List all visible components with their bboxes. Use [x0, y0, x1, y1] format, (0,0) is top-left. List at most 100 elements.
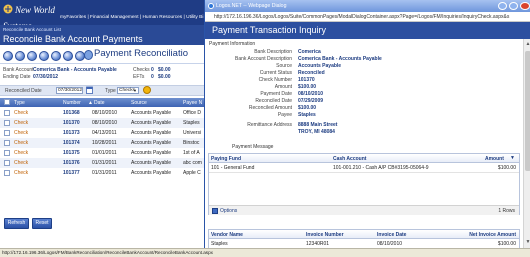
- field-value: 08/10/2010: [298, 91, 324, 97]
- scroll-thumb[interactable]: [525, 51, 530, 171]
- column-header-net-invoice-amount[interactable]: Net Invoice Amount: [469, 232, 516, 238]
- breadcrumb[interactable]: Reconcile Bank Account List: [3, 27, 61, 32]
- payee-cell: Binstoc: [183, 140, 200, 146]
- vendor-name-cell: Staples: [211, 241, 228, 247]
- date-cell: 08/10/2010: [92, 120, 118, 126]
- scroll-up-icon[interactable]: ▲: [525, 41, 530, 47]
- row-checkbox[interactable]: [4, 140, 10, 146]
- source-cell: Accounts Payable: [131, 110, 172, 116]
- table-row[interactable]: Check 101375 01/01/2011 Accounts Payable 1st…: [0, 148, 205, 158]
- toolbar-action-icon[interactable]: [15, 51, 25, 61]
- close-icon[interactable]: [520, 2, 530, 10]
- field-value: $100.00: [298, 105, 317, 111]
- row-checkbox[interactable]: [4, 170, 10, 176]
- type-cell: Check: [14, 150, 29, 156]
- column-header-cash-account[interactable]: Cash Account: [333, 156, 366, 162]
- column-header-paying-fund[interactable]: Paying Fund: [211, 156, 241, 162]
- checks-count: 0: [151, 67, 154, 73]
- field-label: Amount: [274, 84, 292, 90]
- amount-cell: $100.00: [497, 165, 516, 171]
- chevron-down-icon: ▼: [133, 88, 137, 93]
- table-row[interactable]: Check 101377 01/31/2011 Accounts Payable App…: [0, 168, 205, 178]
- dialog-scrollbar[interactable]: ▲ ▼: [523, 39, 530, 248]
- table-row[interactable]: Check 101376 01/31/2011 Accounts Payable abc…: [0, 158, 205, 168]
- column-header-invoice-date[interactable]: Invoice Date: [377, 232, 406, 238]
- toolbar-action-icon[interactable]: [39, 51, 49, 61]
- row-checkbox[interactable]: [4, 110, 10, 116]
- reconciled-date-label: Reconciled Date: [5, 88, 42, 94]
- table-row[interactable]: Check 101374 10/28/2011 Accounts Payable Bin…: [0, 138, 205, 148]
- top-nav-menu[interactable]: myFavorites | Financial Management | Hum…: [60, 15, 210, 20]
- section-title: Payment Reconciliatio: [94, 48, 188, 59]
- payee-cell: Universi: [183, 130, 202, 136]
- row-checkbox[interactable]: [4, 150, 10, 156]
- sort-asc-icon[interactable]: ▲: [88, 100, 93, 106]
- reconciliation-icon: [84, 50, 93, 60]
- bank-account-value: Comerica Bank - Accounts Payable: [33, 67, 117, 73]
- row-checkbox[interactable]: [4, 160, 10, 166]
- column-header-amount[interactable]: Amount: [485, 156, 504, 162]
- payee-cell: Staples: [183, 120, 200, 126]
- table-row[interactable]: Check 101373 04/13/2011 Accounts Payable Uni…: [0, 128, 205, 138]
- payment-inquiry-dialog: Logos.NET -- Webpage Dialog http://172.1…: [204, 0, 530, 248]
- table-row[interactable]: 101 - General Fund 101-001.210 - Cash A/…: [209, 163, 519, 173]
- toolbar-action-icon[interactable]: [51, 51, 61, 61]
- payment-message-label: Payment Message: [232, 144, 274, 150]
- column-header-date[interactable]: Date: [94, 100, 105, 106]
- column-header-type[interactable]: Type: [14, 100, 25, 106]
- number-cell: 101373: [63, 130, 80, 136]
- minimize-icon[interactable]: [498, 2, 507, 10]
- table-row[interactable]: Check 101368 08/10/2010 Accounts Payable Off…: [0, 108, 205, 118]
- column-header-source[interactable]: Source: [131, 100, 147, 106]
- number-cell: 101374: [63, 140, 80, 146]
- field-label: Reconciled Date: [255, 98, 292, 104]
- options-icon[interactable]: [212, 208, 218, 214]
- reconciled-date-input[interactable]: 07/30/2012: [56, 87, 83, 94]
- logo-mark-icon: [3, 4, 13, 14]
- vendor-grid-header: Vendor Name Invoice Number Invoice Date …: [209, 230, 519, 239]
- field-label: Current Status: [259, 70, 292, 76]
- browser-status-bar: http://172.16.196.36/Logos/FM/BankReconc…: [0, 248, 530, 257]
- checks-amount: $0.00: [158, 67, 171, 73]
- column-header-vendor-name[interactable]: Vendor Name: [211, 232, 243, 238]
- select-all-checkbox[interactable]: [4, 99, 10, 105]
- date-cell: 10/28/2011: [92, 140, 117, 146]
- column-header-number[interactable]: Number: [63, 100, 81, 106]
- row-checkbox[interactable]: [4, 130, 10, 136]
- divider: [0, 63, 205, 64]
- dialog-titlebar[interactable]: Logos.NET -- Webpage Dialog: [205, 0, 530, 12]
- table-row[interactable]: Check 101370 08/10/2010 Accounts Payable Sta…: [0, 118, 205, 128]
- field-value: Accounts Payable: [298, 63, 342, 69]
- number-cell: 101368: [63, 110, 80, 116]
- toolbar-action-icon[interactable]: [63, 51, 73, 61]
- column-header-invoice-number[interactable]: Invoice Number: [306, 232, 344, 238]
- payment-information-label: Payment Information: [209, 41, 256, 47]
- number-cell: 101376: [63, 160, 80, 166]
- scroll-down-icon[interactable]: ▼: [525, 239, 530, 245]
- refresh-filter-icon[interactable]: [143, 86, 151, 94]
- table-row[interactable]: Staples 12340R01 08/10/2010 $100.00: [209, 239, 519, 248]
- toolbar-action-icon[interactable]: [3, 51, 13, 61]
- row-checkbox[interactable]: [4, 120, 10, 126]
- invoice-date-cell: 08/10/2010: [377, 241, 403, 247]
- column-header-payee[interactable]: Payee N: [183, 100, 202, 106]
- source-cell: Accounts Payable: [131, 170, 172, 176]
- reset-button[interactable]: Reset: [32, 218, 52, 229]
- calendar-icon[interactable]: [86, 86, 93, 94]
- field-value: 101370: [298, 77, 315, 83]
- remittance-address-label: Remittance Address: [247, 122, 292, 128]
- type-select[interactable]: Checks ▼: [117, 87, 139, 94]
- source-cell: Accounts Payable: [131, 140, 172, 146]
- ending-date-value: 07/30/2012: [33, 74, 59, 80]
- dialog-header: Payment Transaction Inquiry: [205, 22, 530, 39]
- refresh-button[interactable]: Refresh: [4, 218, 29, 229]
- field-label: Bank Description: [254, 49, 292, 55]
- number-cell: 101370: [63, 120, 80, 126]
- bank-account-label: Bank Account: [3, 67, 34, 73]
- page-title: Reconcile Bank Account Payments: [3, 34, 143, 44]
- fund-grid-header: Paying Fund Cash Account Amount ▼: [209, 154, 519, 163]
- maximize-icon[interactable]: [509, 2, 518, 10]
- sort-desc-icon[interactable]: ▼: [510, 155, 515, 161]
- options-link[interactable]: Options: [220, 208, 237, 214]
- toolbar-action-icon[interactable]: [27, 51, 37, 61]
